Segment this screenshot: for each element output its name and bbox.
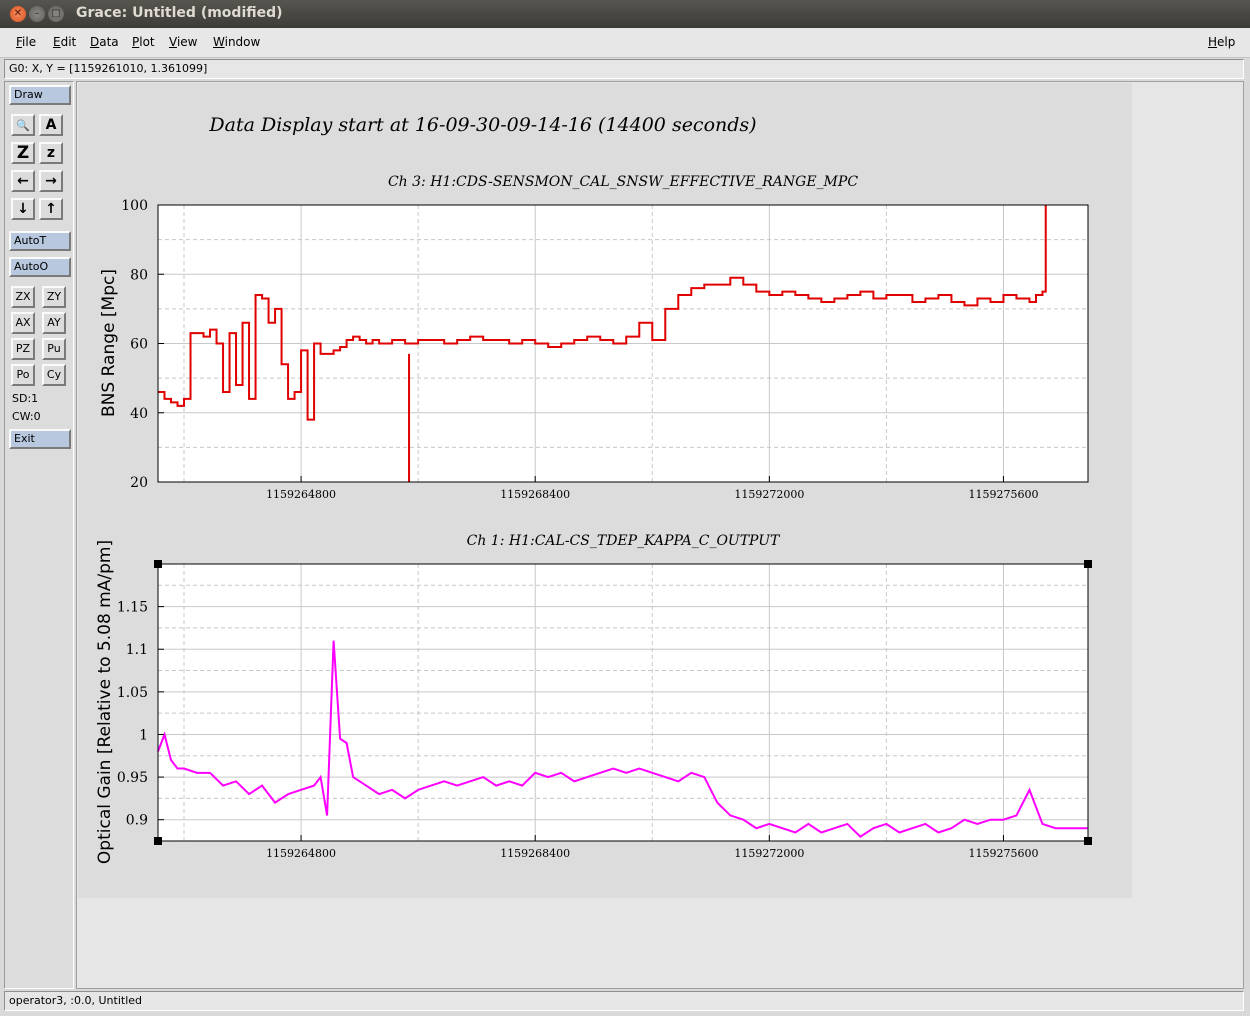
y-tick-label: 80 [130,267,148,283]
zoom-x-icon: Z [16,143,30,163]
pu-button[interactable]: Pu [42,338,66,360]
maximize-window-button[interactable]: □ [48,6,64,22]
y-tick-label: 100 [121,198,148,214]
menu-edit[interactable]: Edit [53,35,76,49]
range-graph[interactable]: Ch 3: H1:CDS-SENSMON_CAL_SNSW_EFFECTIVE_… [99,174,1089,501]
menu-help[interactable]: Help [1208,35,1235,49]
scroll-left-button[interactable]: ← [11,170,35,192]
draw-button[interactable]: Draw [9,85,71,105]
range-graph-subtitle: Ch 3: H1:CDS-SENSMON_CAL_SNSW_EFFECTIVE_… [388,174,858,190]
maximize-icon: □ [51,8,61,19]
ax-button[interactable]: AX [11,312,35,334]
po-button[interactable]: Po [11,364,35,386]
text-button[interactable]: A [39,114,63,136]
x-tick-label: 1159268400 [500,488,570,501]
x-tick-label: 1159272000 [734,488,804,501]
zy-button[interactable]: ZY [42,286,66,308]
arrow-left-icon: ← [17,173,29,189]
gain-y-label: Optical Gain [Relative to 5.08 mA/pm] [95,540,115,864]
x-tick-label: 1159264800 [266,847,336,860]
exit-button[interactable]: Exit [9,429,71,449]
x-tick-label: 1159264800 [266,488,336,501]
gain-graph-subtitle: Ch 1: H1:CAL-CS_TDEP_KAPPA_C_OUTPUT [467,533,781,549]
y-tick-label: 1.05 [117,685,148,701]
selection-handle[interactable] [1084,560,1092,568]
selection-handle[interactable] [154,837,162,845]
gain-plot-bg [158,564,1088,841]
y-tick-label: 60 [130,337,148,353]
menu-plot[interactable]: Plot [132,35,155,49]
pz-button[interactable]: PZ [11,338,35,360]
scroll-right-button[interactable]: → [39,170,63,192]
x-tick-label: 1159268400 [500,847,570,860]
zx-button[interactable]: ZX [11,286,35,308]
zoom-y-button[interactable]: z [39,142,63,164]
charts-svg[interactable]: Data Display start at 16-09-30-09-14-16 … [78,83,1132,898]
selection-handle[interactable] [154,560,162,568]
ay-button[interactable]: AY [42,312,66,334]
autoscale-button[interactable]: AutoT [9,231,71,251]
scroll-up-button[interactable]: ↑ [39,198,63,220]
menu-data[interactable]: Data [90,35,119,49]
status-bar: operator3, :0.0, Untitled [4,991,1244,1011]
gain-graph[interactable]: Ch 1: H1:CAL-CS_TDEP_KAPPA_C_OUTPUT 1159… [95,533,1092,864]
arrow-right-icon: → [45,173,57,189]
minimize-icon: – [34,8,40,19]
x-tick-label: 1159272000 [734,847,804,860]
text-icon: A [45,117,57,133]
set-display: SD:1 [12,392,39,405]
menu-view[interactable]: View [169,35,197,49]
y-tick-label: 0.95 [117,770,148,786]
plot-page[interactable]: Data Display start at 16-09-30-09-14-16 … [78,83,1132,898]
y-tick-label: 1.15 [117,600,148,616]
x-tick-label: 1159275600 [968,847,1038,860]
y-tick-label: 0.9 [126,813,148,829]
window-title: Grace: Untitled (modified) [76,5,283,21]
close-icon: ✕ [13,8,23,19]
menu-window[interactable]: Window [213,35,260,49]
menu-bar: File Edit Data Plot View Window Help [0,28,1250,58]
x-tick-label: 1159275600 [968,488,1038,501]
arrow-down-icon: ↓ [17,201,29,217]
menu-file[interactable]: File [16,35,36,49]
zoom-y-icon: z [46,145,56,161]
minimize-window-button[interactable]: – [29,6,45,22]
autoticks-button[interactable]: AutoO [9,257,71,277]
arrow-up-icon: ↑ [45,201,57,217]
y-tick-label: 1.1 [126,642,148,658]
locator-display: G0: X, Y = [1159261010, 1.361099] [4,59,1244,79]
scroll-down-button[interactable]: ↓ [11,198,35,220]
range-y-label: BNS Range [Mpc] [99,269,119,417]
y-tick-label: 1 [139,727,148,743]
y-tick-label: 20 [130,475,148,491]
main-title: Data Display start at 16-09-30-09-14-16 … [208,114,756,136]
zoom-button[interactable]: 🔍 [11,114,35,136]
current-world-display: CW:0 [12,410,41,423]
cy-button[interactable]: Cy [42,364,66,386]
left-toolbar: Draw 🔍 A Z z ← → ↓ ↑ AutoT AutoO ZX ZY A… [4,81,74,989]
zoom-icon: 🔍 [16,119,30,132]
selection-handle[interactable] [1084,837,1092,845]
y-tick-label: 40 [130,406,148,422]
close-window-button[interactable]: ✕ [10,6,26,22]
zoom-x-button[interactable]: Z [11,142,35,164]
title-bar: ✕ – □ Grace: Untitled (modified) [0,0,1250,28]
